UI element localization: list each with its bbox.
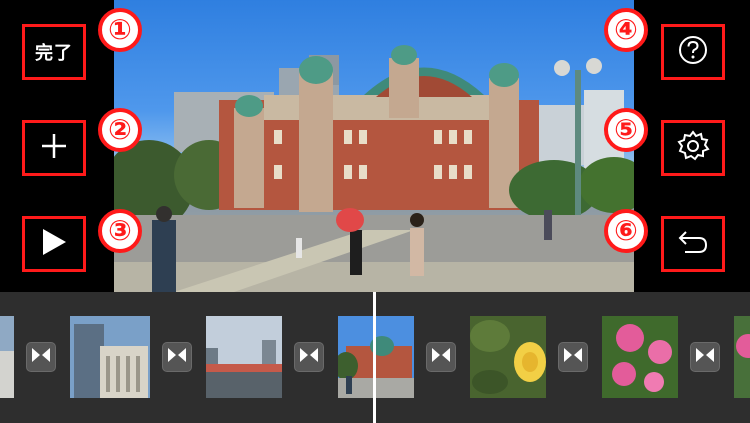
preview-frame-image	[114, 45, 634, 292]
clip-thumbnail[interactable]	[0, 316, 14, 398]
transition-button[interactable]	[426, 342, 456, 372]
annotation-badge: ⑤	[604, 108, 648, 152]
bowtie-transition-icon	[563, 347, 583, 367]
transition-button[interactable]	[558, 342, 588, 372]
undo-arrow-icon	[677, 228, 709, 260]
done-button[interactable]: 完了	[22, 24, 86, 80]
annotation-badge: ①	[98, 8, 142, 52]
question-circle-icon	[677, 34, 709, 70]
transition-button[interactable]	[690, 342, 720, 372]
undo-button[interactable]	[661, 216, 725, 272]
clip-thumbnail[interactable]	[206, 316, 282, 398]
clip-thumbnail[interactable]	[338, 316, 414, 398]
done-label: 完了	[35, 43, 73, 64]
playhead[interactable]	[373, 292, 376, 423]
transition-button[interactable]	[162, 342, 192, 372]
plus-icon	[40, 132, 68, 164]
play-icon	[40, 227, 68, 261]
bowtie-transition-icon	[695, 347, 715, 367]
bowtie-transition-icon	[431, 347, 451, 367]
bowtie-transition-icon	[167, 347, 187, 367]
timeline[interactable]	[0, 292, 750, 423]
video-preview	[114, 0, 634, 292]
transition-button[interactable]	[294, 342, 324, 372]
clip-thumbnail[interactable]	[70, 316, 150, 398]
gear-icon	[676, 129, 710, 167]
annotation-badge: ③	[98, 209, 142, 253]
play-button[interactable]	[22, 216, 86, 272]
settings-button[interactable]	[661, 120, 725, 176]
annotation-badge: ⑥	[604, 209, 648, 253]
clip-thumbnail[interactable]	[734, 316, 750, 398]
bowtie-transition-icon	[299, 347, 319, 367]
bowtie-transition-icon	[31, 347, 51, 367]
add-media-button[interactable]	[22, 120, 86, 176]
clip-thumbnail[interactable]	[602, 316, 678, 398]
transition-button[interactable]	[26, 342, 56, 372]
clip-thumbnail[interactable]	[470, 316, 546, 398]
annotation-badge: ②	[98, 108, 142, 152]
help-button[interactable]	[661, 24, 725, 80]
annotation-badge: ④	[604, 8, 648, 52]
